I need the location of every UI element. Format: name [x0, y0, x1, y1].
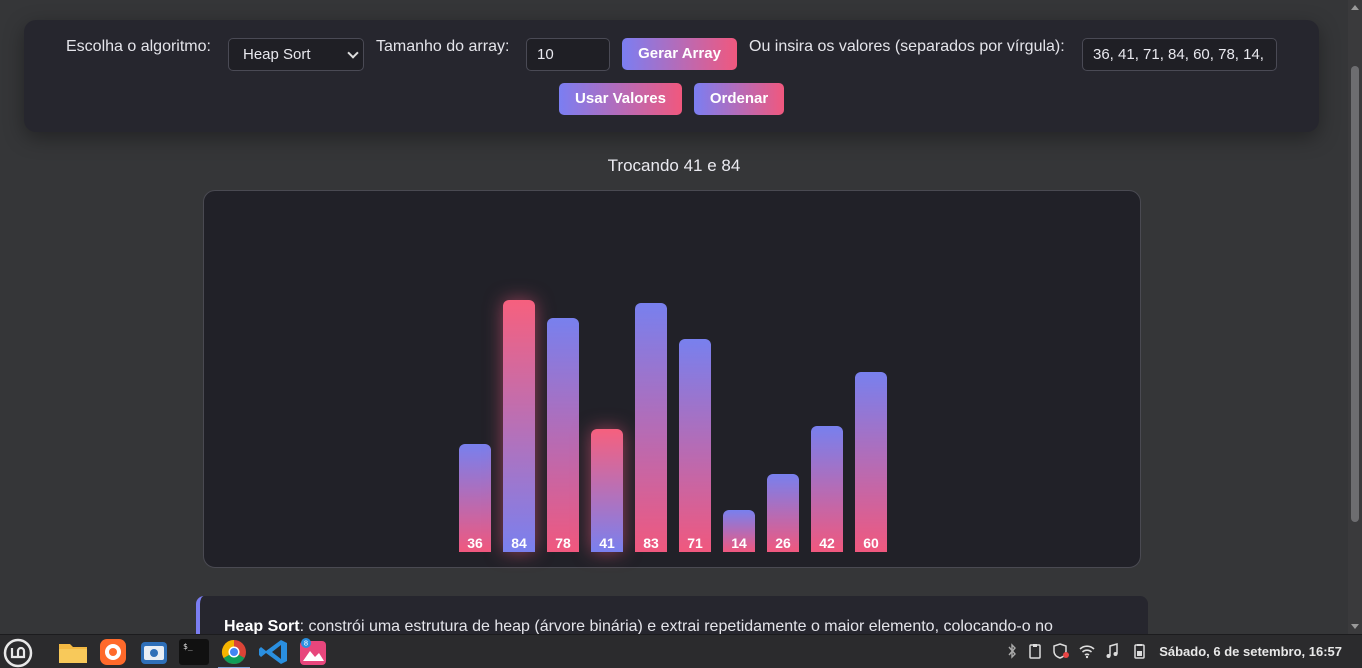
- bar: 42: [811, 426, 843, 552]
- screenshot-icon[interactable]: [136, 637, 172, 667]
- bar-label: 83: [643, 535, 659, 551]
- bar-label: 26: [775, 535, 791, 551]
- shield-icon[interactable]: [1052, 643, 1070, 659]
- bar: 36: [459, 444, 491, 552]
- bluetooth-icon[interactable]: [1005, 643, 1019, 659]
- scroll-down-icon[interactable]: [1351, 624, 1359, 629]
- music-icon[interactable]: [1105, 643, 1119, 659]
- image-viewer-icon[interactable]: 8: [296, 637, 332, 667]
- scroll-up-icon[interactable]: [1351, 5, 1359, 10]
- use-values-button[interactable]: Usar Valores: [559, 83, 682, 115]
- bar-label: 60: [863, 535, 879, 551]
- bar: 41: [591, 429, 623, 552]
- bar-label: 36: [467, 535, 483, 551]
- bar-label: 71: [687, 535, 703, 551]
- generate-array-button[interactable]: Gerar Array: [622, 38, 737, 70]
- bar: 71: [679, 339, 711, 552]
- bar-label: 42: [819, 535, 835, 551]
- clipboard-icon[interactable]: [1028, 643, 1042, 659]
- bar: 26: [767, 474, 799, 552]
- bar: 60: [855, 372, 887, 552]
- svg-text:$_: $_: [183, 642, 193, 651]
- status-text: Trocando 41 e 84: [607, 156, 741, 175]
- bar: 83: [635, 303, 667, 552]
- description-title: Heap Sort: [224, 618, 300, 634]
- bar: 78: [547, 318, 579, 552]
- wifi-icon[interactable]: [1078, 643, 1096, 659]
- sorting-visualizer: 36 84 78 41 83 71 14 26 42 60: [203, 190, 1141, 568]
- vertical-scrollbar[interactable]: [1348, 0, 1362, 634]
- size-input[interactable]: 10: [526, 38, 610, 71]
- clock[interactable]: Sábado, 6 de setembro, 16:57: [1159, 644, 1342, 659]
- algorithm-select-value: Heap Sort: [243, 46, 311, 63]
- battery-icon[interactable]: [1132, 643, 1146, 659]
- page: Escolha o algoritmo: Heap Sort Tamanho d…: [0, 0, 1348, 634]
- bar-label: 41: [599, 535, 615, 551]
- algorithm-label: Escolha o algoritmo:: [66, 38, 211, 55]
- mint-menu-icon[interactable]: [0, 637, 36, 668]
- sort-button[interactable]: Ordenar: [694, 83, 784, 115]
- bar-label: 84: [511, 535, 527, 551]
- bar-label: 14: [731, 535, 747, 551]
- firefox-icon[interactable]: [96, 637, 132, 667]
- description-text: : constrói uma estrutura de heap (árvore…: [299, 618, 1053, 634]
- values-input[interactable]: 36, 41, 71, 84, 60, 78, 14,: [1082, 38, 1277, 71]
- taskbar: $_ 8 Sábado, 6 de setembro, 16:57: [0, 634, 1362, 668]
- chrome-icon[interactable]: [216, 637, 252, 668]
- notification-badge: 8: [304, 640, 308, 648]
- chevron-down-icon: [347, 47, 359, 59]
- vscode-icon[interactable]: [256, 637, 292, 667]
- controls-panel: Escolha o algoritmo: Heap Sort Tamanho d…: [24, 20, 1319, 132]
- algorithm-description: Heap Sort: constrói uma estrutura de hea…: [196, 596, 1148, 634]
- terminal-icon[interactable]: $_: [176, 637, 212, 667]
- files-icon[interactable]: [55, 637, 91, 667]
- values-label: Ou insira os valores (separados por vírg…: [749, 38, 1065, 55]
- scrollbar-thumb[interactable]: [1351, 66, 1359, 522]
- algorithm-select[interactable]: Heap Sort: [228, 38, 364, 71]
- bar: 84: [503, 300, 535, 552]
- bar: 14: [723, 510, 755, 552]
- bar-label: 78: [555, 535, 571, 551]
- size-label: Tamanho do array:: [376, 38, 510, 55]
